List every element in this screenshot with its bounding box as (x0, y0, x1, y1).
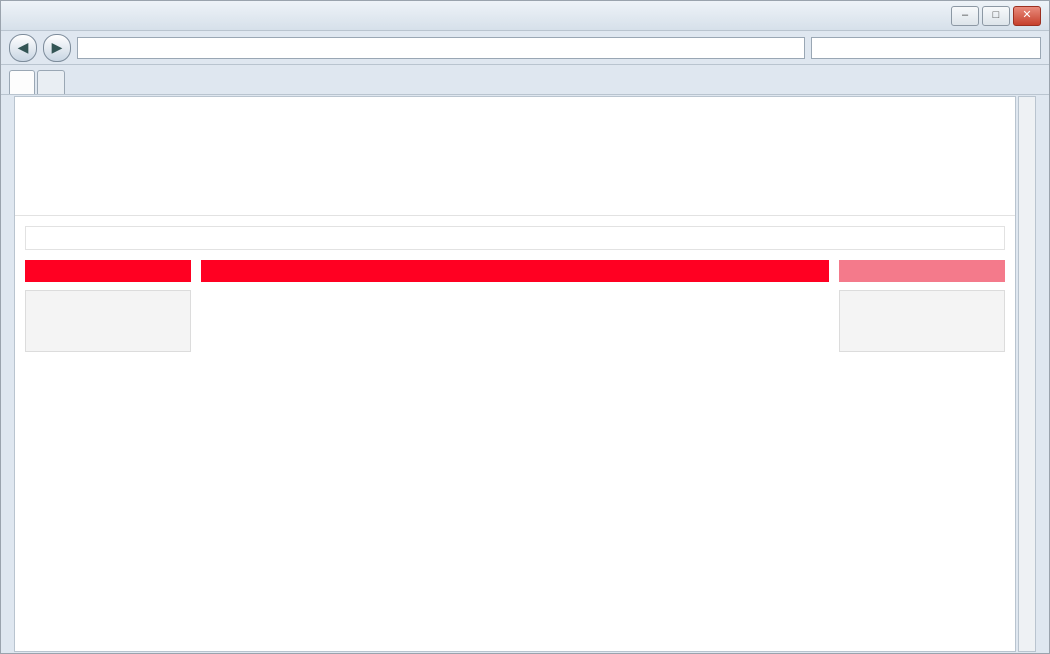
title-bar: – □ ✕ (1, 1, 1049, 31)
maximize-button[interactable]: □ (982, 5, 1010, 26)
close-button[interactable]: ✕ (1013, 5, 1041, 26)
new-tab-button[interactable] (37, 70, 65, 94)
vertical-scrollbar[interactable] (1018, 96, 1036, 652)
url-input[interactable] (77, 36, 805, 59)
forward-button[interactable]: ▶ (43, 33, 71, 62)
right-sidebar-header (839, 260, 1005, 282)
minimize-button[interactable]: – (951, 5, 979, 26)
left-sidebar (25, 260, 191, 352)
search-input[interactable] (811, 36, 1041, 59)
right-sidebar (839, 260, 1005, 352)
left-sidebar-header (25, 260, 191, 282)
content-columns (25, 260, 1005, 352)
right-sidebar-box (839, 290, 1005, 352)
left-sidebar-box (25, 290, 191, 352)
back-button[interactable]: ◀ (9, 33, 37, 62)
main-header-bar (201, 260, 829, 282)
tab-bar (1, 65, 1049, 95)
site-header (15, 97, 1015, 216)
address-bar: ◀ ▶ (1, 31, 1049, 65)
top-navigation (25, 226, 1005, 250)
page-viewport (14, 96, 1016, 652)
main-content (201, 260, 829, 352)
tab-active[interactable] (9, 70, 35, 94)
